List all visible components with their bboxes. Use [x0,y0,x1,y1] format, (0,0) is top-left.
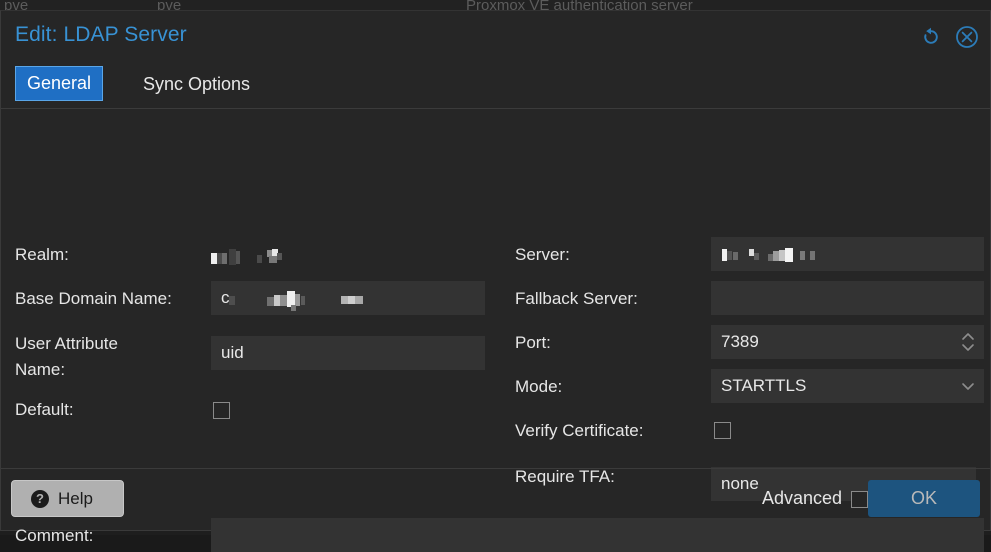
mode-value: STARTTLS [721,369,806,403]
tab-sync-options[interactable]: Sync Options [131,67,262,102]
help-button-label: Help [58,489,93,509]
user-attribute-name-label: User Attribute Name: [15,331,118,383]
chevron-down-icon[interactable] [960,369,976,403]
dialog-header-tools [918,24,980,50]
fallback-server-input[interactable] [711,281,984,315]
default-checkbox[interactable] [213,402,230,419]
verify-certificate-label: Verify Certificate: [515,418,644,444]
port-input[interactable]: 7389 [711,325,984,359]
base-domain-name-input[interactable]: c [211,281,485,315]
dialog-header: Edit: LDAP Server [1,11,990,63]
dialog-tabbar: General Sync Options [1,63,990,109]
realm-value-redacted [211,249,301,269]
base-domain-name-value: c [221,281,230,315]
realm-label: Realm: [15,242,69,268]
port-label: Port: [515,330,551,356]
port-value: 7389 [721,325,759,359]
server-input[interactable] [711,237,984,271]
default-label: Default: [15,397,74,423]
user-attribute-name-value: uid [221,336,244,370]
mode-select[interactable]: STARTTLS [711,369,984,403]
help-button[interactable]: ? Help [11,480,124,517]
verify-certificate-checkbox[interactable] [714,422,731,439]
question-mark-icon: ? [31,490,49,508]
tab-general[interactable]: General [15,66,103,101]
user-attribute-name-input[interactable]: uid [211,336,485,370]
dialog-footer: ? Help Advanced OK [1,468,990,530]
advanced-checkbox[interactable] [851,491,868,508]
advanced-label: Advanced [762,488,842,509]
edit-ldap-server-dialog: Edit: LDAP Server General Sync Options R… [0,10,991,531]
close-icon[interactable] [954,24,980,50]
fallback-server-label: Fallback Server: [515,286,638,312]
dialog-body: Realm: Base Domain Name: c [1,109,990,468]
reset-icon[interactable] [918,24,944,50]
base-domain-name-label: Base Domain Name: [15,286,172,312]
server-label: Server: [515,242,570,268]
dialog-title: Edit: LDAP Server [15,23,187,47]
port-spinner-icon[interactable] [960,325,976,359]
mode-label: Mode: [515,374,562,400]
ok-button[interactable]: OK [868,480,980,517]
